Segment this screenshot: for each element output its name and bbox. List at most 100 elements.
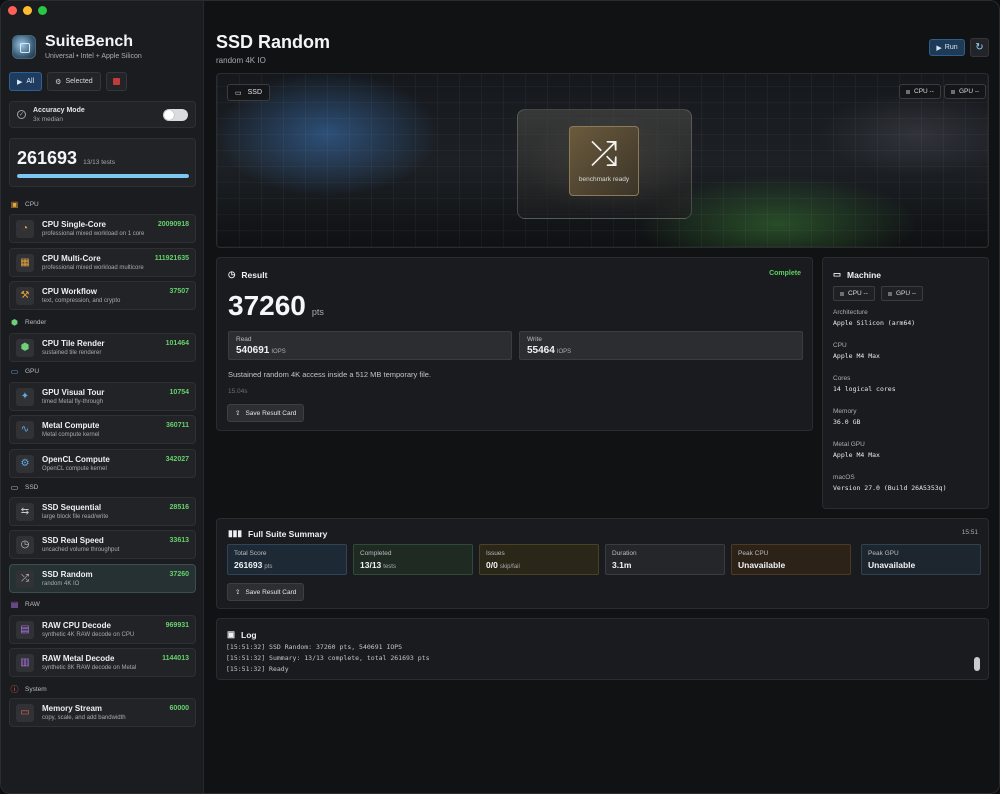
total-progress-fill: [17, 174, 189, 178]
accuracy-mode-toggle[interactable]: [163, 108, 188, 121]
benchmark-name: RAW Metal Decode: [42, 654, 115, 663]
machine-info-row: Cores 14 logical cores: [833, 375, 896, 393]
clock-icon: ◔: [16, 219, 34, 238]
cube-icon: ⬢: [11, 318, 18, 327]
category-header-cpu: ▣ CPU: [10, 200, 39, 209]
benchmark-name: SSD Sequential: [42, 503, 102, 512]
zoom-window-button[interactable]: [38, 6, 47, 15]
benchmark-item[interactable]: ▭ Memory Stream copy, scale, and add bandw…: [9, 698, 196, 727]
total-tests: 13/13 tests: [83, 159, 115, 166]
write-metric: Write 55464 IOPS: [519, 331, 803, 360]
cpu-dot-icon: [906, 89, 910, 94]
close-window-button[interactable]: [8, 6, 17, 15]
suite-stat-tile: Issues 0/0 skip/fail: [479, 544, 599, 575]
suite-title: Full Suite Summary: [248, 528, 328, 539]
category-header-system: ⓘ System: [10, 684, 47, 695]
accuracy-title: Accuracy Mode: [33, 106, 85, 114]
benchmark-score: 360711: [166, 422, 189, 429]
suite-stat-tile: Peak CPU Unavailable: [731, 544, 851, 575]
machine-info-row: Architecture Apple Silicon (arm64): [833, 309, 915, 327]
benchmark-text: OpenCL Compute OpenCL compute kernel: [42, 455, 110, 472]
suite-stat-label: Total Score: [234, 550, 267, 557]
machine-title: Machine: [847, 269, 882, 280]
suite-stat-tile: Peak GPU Unavailable: [861, 544, 981, 575]
machine-info-value: Apple M4 Max: [833, 451, 880, 459]
benchmark-name: SSD Random: [42, 570, 93, 579]
category-label: GPU: [25, 368, 40, 375]
cpu-icon: ▣: [10, 200, 19, 209]
hero-status-label: benchmark ready: [578, 176, 630, 183]
benchmark-description: professional mixed workload on 1 core: [42, 231, 145, 237]
benchmark-text: Memory Stream copy, scale, and add bandwi…: [42, 704, 126, 721]
benchmark-name: GPU Visual Tour: [42, 388, 105, 397]
gear-icon: ⚙: [16, 454, 34, 473]
benchmark-item[interactable]: ⇆ SSD Sequential large block file read/wri…: [9, 497, 196, 526]
benchmark-item[interactable]: ⤮ SSD Random random 4K IO 37260: [9, 564, 196, 593]
benchmark-score: 33613: [169, 537, 189, 544]
benchmark-item[interactable]: ⚒ CPU Workflow text, compression, and cryp…: [9, 281, 196, 310]
benchmark-text: Metal Compute Metal compute kernel: [42, 421, 99, 438]
category-header-gpu: ▭ GPU: [10, 367, 39, 376]
benchmark-text: SSD Real Speed uncached volume throughput: [42, 536, 119, 553]
benchmark-item[interactable]: ▦ CPU Multi-Core professional mixed worklo…: [9, 248, 196, 277]
benchmark-item[interactable]: ◷ SSD Real Speed uncached volume throughpu…: [9, 530, 196, 559]
result-score-row: 37260 pts: [228, 290, 324, 322]
benchmark-text: CPU Tile Render sustained tile renderer: [42, 339, 105, 356]
suite-stat-label: Issues: [486, 550, 505, 557]
film-icon: ▤: [16, 620, 34, 639]
benchmark-item[interactable]: ⚙ OpenCL Compute OpenCL compute kernel 3420…: [9, 449, 196, 478]
machine-info-row: macOS Version 27.0 (Build 26A5353q): [833, 474, 947, 492]
result-duration: 15.04s: [228, 388, 248, 395]
play-icon: ▶: [936, 44, 942, 52]
log-scrollbar[interactable]: [974, 657, 980, 671]
benchmark-item[interactable]: ✦ GPU Visual Tour timed Metal fly-through 1…: [9, 382, 196, 411]
machine-info-key: Cores: [833, 375, 851, 382]
machine-cpu-label: CPU --: [848, 290, 868, 297]
benchmark-text: SSD Random random 4K IO: [42, 570, 93, 587]
benchmark-text: RAW CPU Decode synthetic 4K RAW decode on…: [42, 621, 134, 638]
suite-stat-unit: pts: [264, 564, 273, 570]
benchmark-score: 10754: [169, 389, 189, 396]
machine-info-value: Apple M4 Max: [833, 352, 880, 360]
save-result-card-label: Save Result Card: [245, 409, 297, 417]
hammer-icon: ⚒: [16, 286, 34, 305]
filter-all-button[interactable]: ▶ All: [9, 72, 43, 91]
filter-selected-button[interactable]: ⚙ Selected: [47, 72, 101, 91]
hero-cpu-chip: CPU --: [899, 84, 941, 99]
save-result-card-button[interactable]: ⇪ Save Result Card: [227, 404, 305, 422]
benchmark-name: SSD Real Speed: [42, 536, 104, 545]
main-content: SSD Random random 4K IO ▶ Run ↻ ▭ SSD CP…: [204, 1, 999, 793]
share-icon: ⇪: [235, 589, 241, 596]
benchmark-name: OpenCL Compute: [42, 455, 110, 464]
benchmark-item[interactable]: ▥ RAW Metal Decode synthetic 8K RAW decode…: [9, 648, 196, 677]
suite-stat-label: Peak CPU: [738, 550, 769, 557]
shuffle-icon: ⤮: [16, 569, 34, 588]
benchmark-score: 37260: [169, 571, 189, 578]
benchmark-item[interactable]: ◔ CPU Single-Core professional mixed workl…: [9, 214, 196, 243]
bar-chart-icon: ▮▮▮: [228, 528, 243, 538]
read-label: Read: [236, 336, 252, 343]
refresh-button[interactable]: ↻: [970, 38, 989, 57]
gear-icon: ⚙: [55, 78, 62, 86]
save-suite-card-button[interactable]: ⇪ Save Result Card: [227, 583, 305, 601]
machine-info-key: Metal GPU: [833, 441, 865, 448]
run-button[interactable]: ▶ Run: [929, 39, 965, 56]
benchmark-item[interactable]: ▤ RAW CPU Decode synthetic 4K RAW decode o…: [9, 615, 196, 644]
suite-stat-value: 0/0: [486, 560, 498, 570]
total-score-box: 261693 13/13 tests: [9, 138, 196, 187]
benchmark-score: 28516: [169, 504, 189, 511]
gauge-icon: ◷: [16, 535, 34, 554]
share-icon: ⇪: [235, 410, 241, 417]
benchmark-item[interactable]: ⬢ CPU Tile Render sustained tile renderer 1…: [9, 333, 196, 362]
result-score: 37260: [228, 290, 306, 321]
minimize-window-button[interactable]: [23, 6, 32, 15]
filter-selected-label: Selected: [65, 78, 93, 85]
log-card-title: ▣ Log: [227, 629, 257, 640]
app-logo-icon: [12, 34, 36, 59]
app-name: SuiteBench: [45, 33, 134, 50]
benchmark-text: RAW Metal Decode synthetic 8K RAW decode …: [42, 654, 136, 671]
benchmark-item[interactable]: ∿ Metal Compute Metal compute kernel 360711: [9, 415, 196, 444]
filter-all-label: All: [26, 78, 35, 85]
read-metric: Read 540691 IOPS: [228, 331, 512, 360]
stop-button[interactable]: [105, 72, 127, 91]
